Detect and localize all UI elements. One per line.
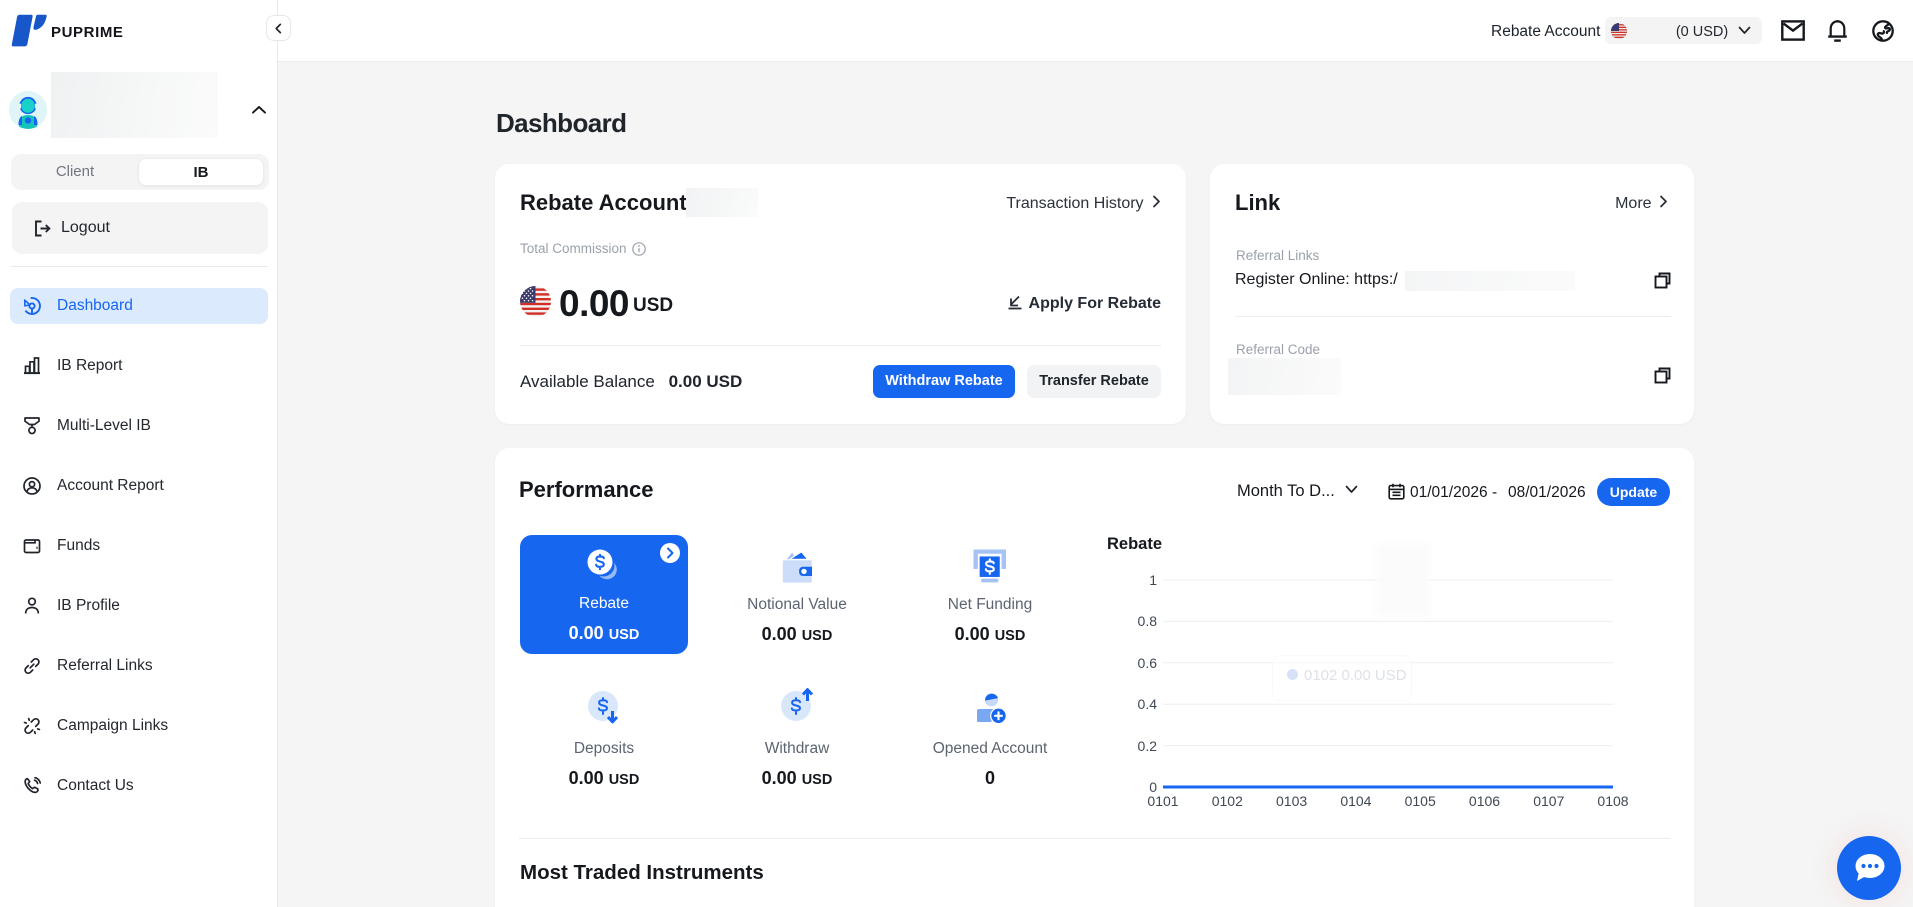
svg-text:0104: 0104 (1340, 793, 1371, 809)
svg-text:0.6: 0.6 (1138, 655, 1158, 671)
svg-text:0.4: 0.4 (1138, 696, 1158, 712)
svg-text:0103: 0103 (1276, 793, 1307, 809)
svg-text:0105: 0105 (1405, 793, 1436, 809)
svg-text:0102: 0102 (1212, 793, 1243, 809)
svg-text:1: 1 (1149, 572, 1157, 588)
svg-text:0108: 0108 (1597, 793, 1628, 809)
svg-text:0107: 0107 (1533, 793, 1564, 809)
svg-text:0106: 0106 (1469, 793, 1500, 809)
svg-text:0101: 0101 (1147, 793, 1178, 809)
svg-text:0.8: 0.8 (1138, 613, 1158, 629)
svg-text:0.2: 0.2 (1138, 738, 1158, 754)
